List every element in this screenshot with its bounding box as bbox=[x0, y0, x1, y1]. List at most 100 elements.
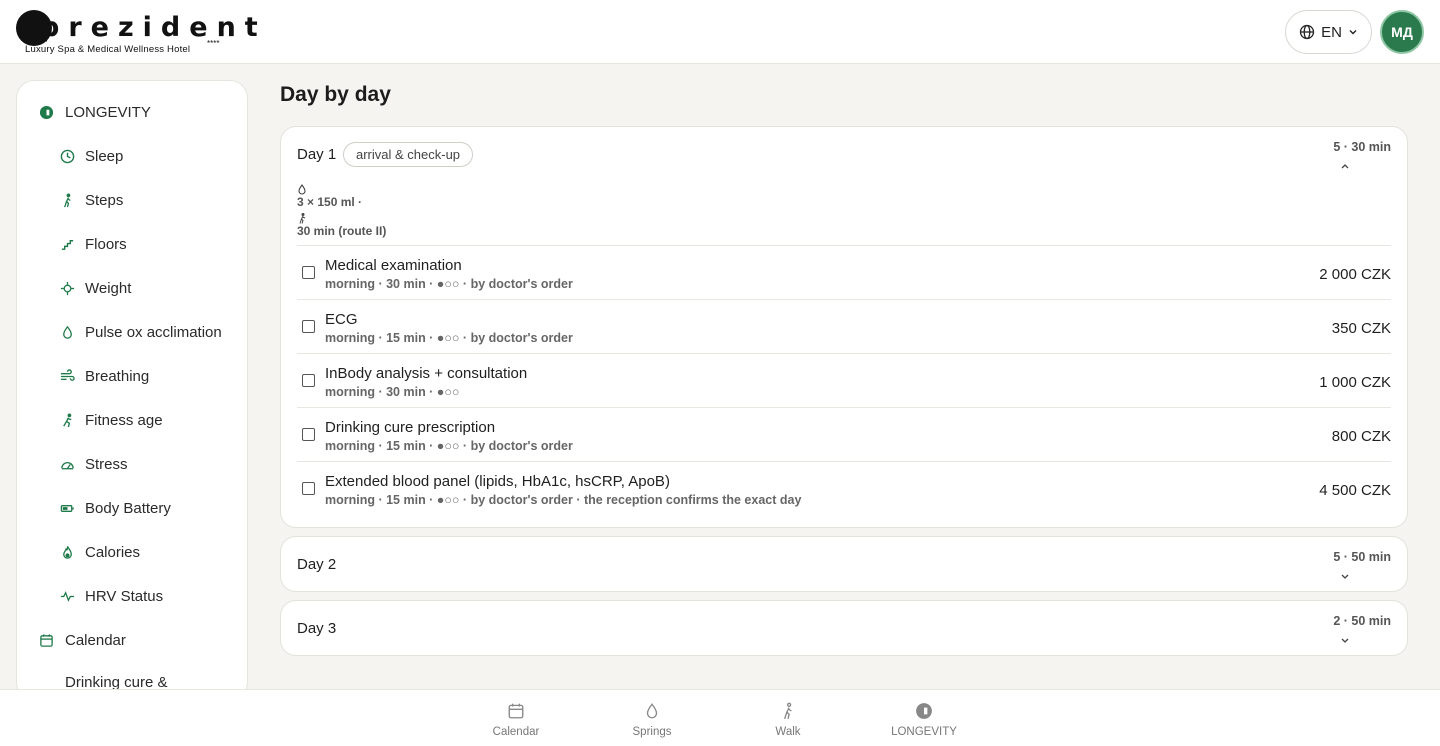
nav-label: Springs bbox=[632, 726, 672, 738]
sidebar-item-weight[interactable]: Weight bbox=[17, 268, 247, 308]
sidebar-item-steps[interactable]: Steps bbox=[17, 180, 247, 220]
sidebar-item-label: HRV Status bbox=[85, 587, 164, 605]
sidebar-item-hrv-status[interactable]: HRV Status bbox=[17, 576, 247, 616]
day-label: Day 3 bbox=[297, 620, 337, 637]
globe-icon bbox=[1299, 24, 1315, 40]
language-selector[interactable]: EN bbox=[1285, 10, 1372, 54]
procedure-title: Medical examination bbox=[325, 257, 462, 274]
procedure-price: 2 000 CZK bbox=[1319, 266, 1391, 283]
sidebar-item-label: Calendar bbox=[65, 631, 126, 649]
sidebar-item-stress[interactable]: Stress bbox=[17, 444, 247, 484]
procedure-price: 800 CZK bbox=[1331, 428, 1391, 445]
logo-wordmark: prezident bbox=[40, 12, 267, 43]
calendar-icon bbox=[38, 632, 54, 648]
crosshair-icon bbox=[59, 280, 75, 296]
procedure-checkbox[interactable] bbox=[302, 428, 315, 441]
logo-stars: **** bbox=[207, 39, 220, 48]
hotel-logo[interactable]: prezident Luxury Spa & Medical Wellness … bbox=[16, 8, 258, 56]
clock-icon bbox=[59, 148, 75, 164]
stairs-icon bbox=[59, 236, 75, 252]
sidebar-item-sleep[interactable]: Sleep bbox=[17, 136, 247, 176]
procedure-details: morning · 30 min · ●○○ bbox=[325, 385, 460, 399]
procedure-price: 4 500 CZK bbox=[1319, 482, 1391, 499]
flame-icon bbox=[59, 544, 75, 560]
day-card-1: Day 1 arrival & check-up 5 · 30 min 3 × … bbox=[280, 126, 1408, 528]
sidebar-item-calendar[interactable]: Calendar bbox=[17, 620, 247, 660]
sidebar-item-label: Drinking cure & bbox=[65, 673, 168, 691]
procedure-row: Extended blood panel (lipids, HbA1c, hsC… bbox=[297, 462, 1391, 516]
chevron-down-icon bbox=[1348, 27, 1358, 37]
walker-icon bbox=[59, 192, 75, 208]
bottom-navigation: Calendar Springs Walk LONGEVITY bbox=[0, 689, 1440, 746]
nav-walk[interactable]: Walk bbox=[720, 690, 856, 746]
day-tag: arrival & check-up bbox=[343, 142, 474, 167]
sidebar-item-floors[interactable]: Floors bbox=[17, 224, 247, 264]
longevity-icon bbox=[38, 104, 54, 120]
procedure-title: ECG bbox=[325, 311, 358, 328]
sidebar-item-label: Fitness age bbox=[85, 411, 163, 429]
nav-longevity[interactable]: LONGEVITY bbox=[856, 690, 992, 746]
procedure-details: morning · 15 min · ●○○ · by doctor's ord… bbox=[325, 331, 573, 345]
drop-icon bbox=[642, 701, 662, 721]
nav-label: LONGEVITY bbox=[891, 726, 957, 738]
battery-icon bbox=[59, 500, 75, 516]
sidebar-item-pulse-ox[interactable]: Pulse ox acclimation bbox=[17, 312, 247, 352]
water-amount: 3 × 150 ml · bbox=[297, 195, 363, 209]
day-label: Day 2 bbox=[297, 556, 337, 573]
nav-label: Calendar bbox=[492, 726, 540, 738]
day-summary: 5 · 50 min bbox=[1333, 550, 1391, 564]
day-summary: 5 · 30 min bbox=[1333, 140, 1391, 154]
nav-springs[interactable]: Springs bbox=[584, 690, 720, 746]
day-card-3[interactable]: Day 3 2 · 50 min bbox=[280, 600, 1408, 656]
nav-calendar[interactable]: Calendar bbox=[448, 690, 584, 746]
gauge-icon bbox=[59, 456, 75, 472]
procedure-details: morning · 15 min · ●○○ · by doctor's ord… bbox=[325, 439, 573, 453]
language-label: EN bbox=[1321, 23, 1342, 41]
pulse-icon bbox=[59, 588, 75, 604]
procedure-row: InBody analysis + consultation morning ·… bbox=[297, 354, 1391, 408]
wind-icon bbox=[59, 368, 75, 384]
procedure-details: morning · 15 min · ●○○ · by doctor's ord… bbox=[325, 493, 802, 507]
procedure-title: Drinking cure prescription bbox=[325, 419, 496, 436]
chevron-up-icon[interactable] bbox=[1340, 157, 1350, 175]
drop-icon bbox=[59, 324, 75, 340]
procedure-details: morning · 30 min · ●○○ · by doctor's ord… bbox=[325, 277, 573, 291]
sidebar-item-body-battery[interactable]: Body Battery bbox=[17, 488, 247, 528]
longevity-icon bbox=[914, 701, 934, 721]
logo-subtitle: Luxury Spa & Medical Wellness Hotel bbox=[25, 44, 191, 55]
procedure-row: ECG morning · 15 min · ●○○ · by doctor's… bbox=[297, 300, 1391, 354]
procedure-checkbox[interactable] bbox=[302, 374, 315, 387]
sidebar-item-label: Pulse ox acclimation bbox=[85, 323, 222, 341]
sidebar-item-label: Floors bbox=[85, 235, 127, 253]
nav-label: Walk bbox=[775, 726, 801, 738]
day-summary: 2 · 50 min bbox=[1333, 614, 1391, 628]
sidebar-item-fitness-age[interactable]: Fitness age bbox=[17, 400, 247, 440]
top-header: prezident Luxury Spa & Medical Wellness … bbox=[0, 0, 1440, 64]
procedure-title: InBody analysis + consultation bbox=[325, 365, 528, 382]
sidebar-item-label: Steps bbox=[85, 191, 124, 209]
runner-icon bbox=[59, 412, 75, 428]
procedure-title: Extended blood panel (lipids, HbA1c, hsC… bbox=[325, 473, 670, 490]
chevron-down-icon[interactable] bbox=[1340, 631, 1350, 649]
day-card-2[interactable]: Day 2 5 · 50 min bbox=[280, 536, 1408, 592]
sidebar-item-longevity[interactable]: LONGEVITY bbox=[17, 92, 247, 132]
procedure-price: 350 CZK bbox=[1331, 320, 1391, 337]
walker-icon bbox=[778, 701, 798, 721]
procedure-row: Medical examination morning · 30 min · ●… bbox=[297, 246, 1391, 300]
sidebar-item-label: Sleep bbox=[85, 147, 124, 165]
page-title: Day by day bbox=[280, 83, 391, 106]
procedure-checkbox[interactable] bbox=[302, 482, 315, 495]
user-avatar[interactable]: МД bbox=[1380, 10, 1424, 54]
sidebar-item-label: Weight bbox=[85, 279, 132, 297]
procedure-checkbox[interactable] bbox=[302, 266, 315, 279]
sidebar-item-calories[interactable]: Calories bbox=[17, 532, 247, 572]
day-label[interactable]: Day 1 bbox=[297, 146, 336, 163]
walk-route: 30 min (route II) bbox=[297, 224, 387, 238]
calendar-icon bbox=[506, 701, 526, 721]
procedure-checkbox[interactable] bbox=[302, 320, 315, 333]
procedure-row: Drinking cure prescription morning · 15 … bbox=[297, 408, 1391, 462]
sidebar-item-breathing[interactable]: Breathing bbox=[17, 356, 247, 396]
sidebar-item-label: Calories bbox=[85, 543, 141, 561]
chevron-down-icon[interactable] bbox=[1340, 567, 1350, 585]
sidebar-item-label: LONGEVITY bbox=[65, 103, 151, 121]
